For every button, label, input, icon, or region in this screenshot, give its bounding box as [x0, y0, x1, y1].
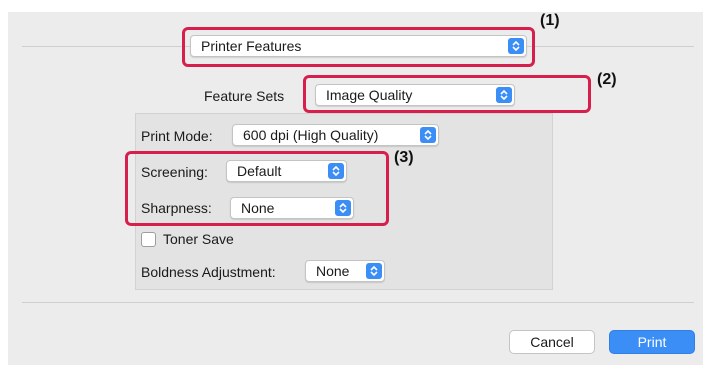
sharpness-value: None — [241, 200, 275, 216]
chevron-up-down-icon — [328, 163, 344, 179]
screening-value: Default — [237, 163, 282, 179]
cancel-button[interactable]: Cancel — [509, 330, 595, 354]
feature-sets-label: Feature Sets — [204, 88, 285, 104]
feature-sets-popup[interactable]: Image Quality — [315, 84, 515, 106]
chevron-up-down-icon — [366, 263, 382, 279]
toner-save-label: Toner Save — [163, 231, 234, 247]
boldness-adjustment-popup[interactable]: None — [305, 260, 385, 282]
panel-select-value: Printer Features — [201, 38, 302, 54]
callout-2-label: (2) — [597, 71, 617, 88]
chevron-up-down-icon — [508, 38, 524, 54]
boldness-adjustment-label: Boldness Adjustment: — [141, 264, 276, 280]
panel-select-popup[interactable]: Printer Features — [190, 35, 527, 57]
screening-popup[interactable]: Default — [226, 160, 347, 182]
boldness-adjustment-value: None — [316, 263, 350, 279]
callout-1-label: (1) — [540, 12, 560, 29]
toner-save-checkbox[interactable] — [141, 232, 156, 247]
print-button[interactable]: Print — [609, 330, 695, 354]
print-mode-value: 600 dpi (High Quality) — [243, 127, 379, 143]
feature-sets-value: Image Quality — [326, 87, 413, 103]
footer-divider — [22, 302, 694, 303]
callout-3-label: (3) — [394, 149, 414, 166]
chevron-up-down-icon — [496, 87, 512, 103]
print-mode-label: Print Mode: — [141, 128, 213, 144]
sharpness-popup[interactable]: None — [230, 197, 354, 219]
chevron-up-down-icon — [335, 200, 351, 216]
sharpness-label: Sharpness: — [141, 200, 212, 216]
print-mode-popup[interactable]: 600 dpi (High Quality) — [232, 124, 439, 146]
chevron-up-down-icon — [420, 127, 436, 143]
screening-label: Screening: — [141, 164, 208, 180]
